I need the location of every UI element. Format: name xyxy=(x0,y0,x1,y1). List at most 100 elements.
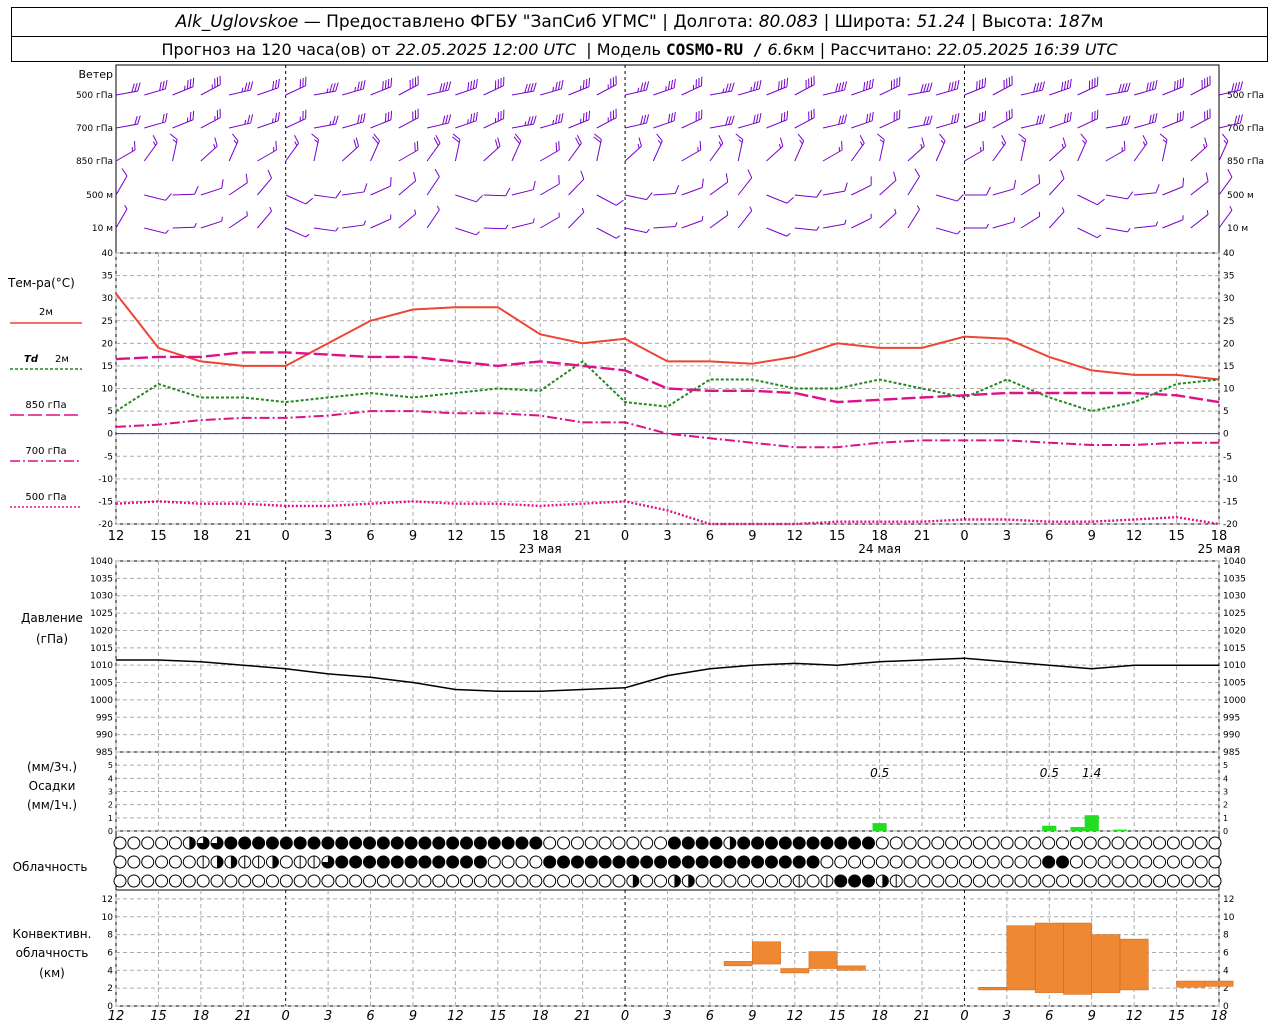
cloud-symbol xyxy=(598,836,612,850)
precip-ytick-right: 1 xyxy=(1223,814,1228,823)
wind-barb xyxy=(907,137,925,162)
x-hour-label-mid: 12 xyxy=(108,529,125,544)
wind-barb xyxy=(1077,76,1099,96)
cloud-symbol xyxy=(432,855,446,869)
cloud-symbol xyxy=(709,874,723,888)
cloud-symbol xyxy=(959,874,973,888)
cloud-symbol xyxy=(903,874,917,888)
cloud-symbol xyxy=(570,874,584,888)
wind-barb xyxy=(1134,113,1158,129)
cloud-symbol xyxy=(293,874,307,888)
x-hour-label-bottom: 9 xyxy=(748,1009,756,1024)
cloud-symbol xyxy=(1111,836,1125,850)
wind-barb xyxy=(539,212,560,229)
wind-barb xyxy=(851,78,874,96)
cloud-symbol xyxy=(654,855,668,869)
wind-barb xyxy=(1020,211,1041,229)
wind-barb xyxy=(426,205,440,229)
wind-barb xyxy=(285,227,310,238)
cloud-symbol xyxy=(875,874,889,888)
x-hour-label-mid: 6 xyxy=(366,529,374,544)
wind-barb xyxy=(879,76,901,96)
wind-barb xyxy=(681,215,704,229)
cloud-symbol xyxy=(252,874,266,888)
wind-barb xyxy=(850,135,865,162)
x-hour-label-bottom: 21 xyxy=(235,1009,252,1024)
cloud-symbol xyxy=(1166,836,1180,850)
wind-barb xyxy=(822,81,848,96)
precip-ytick-left: 0 xyxy=(108,827,113,836)
conv-ytick-right: 6 xyxy=(1223,948,1229,958)
cloud-symbol xyxy=(681,836,695,850)
precip-bar xyxy=(1112,829,1128,831)
wind-level-label-right: 10 м xyxy=(1227,224,1248,234)
wind-barb xyxy=(709,82,735,96)
x-hour-label-bottom: 12 xyxy=(108,1009,125,1024)
wind-barb xyxy=(311,133,320,162)
wind-barb xyxy=(398,172,417,196)
wind-barb xyxy=(936,194,964,202)
wind-barb xyxy=(1105,191,1134,200)
pressure-panel-title: Давление xyxy=(21,611,83,625)
x-hour-label-mid: 15 xyxy=(490,529,507,544)
wind-barb xyxy=(370,110,393,129)
cloud-symbol xyxy=(1056,836,1070,850)
temp-ytick-left: 15 xyxy=(102,362,113,372)
wind-barb xyxy=(342,183,368,196)
wind-barb xyxy=(653,185,680,196)
wind-barb xyxy=(596,227,621,239)
cloud-symbol xyxy=(959,836,973,850)
wind-barb xyxy=(398,75,419,96)
wind-barb xyxy=(200,108,221,129)
cloud-symbol xyxy=(681,874,695,888)
cloud-symbol xyxy=(584,855,598,869)
cloud-symbol xyxy=(210,874,224,888)
precip-bar xyxy=(1084,815,1099,831)
cloud-symbol xyxy=(1166,874,1180,888)
wind-barb xyxy=(596,75,617,96)
pres-ytick-right: 1030 xyxy=(1223,592,1246,602)
wind-barb xyxy=(907,82,933,96)
wind-barb xyxy=(709,210,729,229)
cloud-symbol xyxy=(321,855,335,869)
cloud-symbol xyxy=(265,836,279,850)
wind-barb xyxy=(935,133,946,162)
wind-barb xyxy=(992,135,1007,162)
precip-bar xyxy=(872,823,887,831)
wind-barb xyxy=(851,213,872,229)
wind-barb xyxy=(794,133,805,162)
wind-barb xyxy=(709,115,735,129)
wind-barb xyxy=(455,194,483,203)
cloud-symbol xyxy=(418,836,432,850)
precip-total-label: 1.4 xyxy=(1082,766,1101,780)
wind-barb xyxy=(342,113,366,129)
cloud-symbol xyxy=(155,855,169,869)
cloud-symbol xyxy=(889,836,903,850)
x-day-label: 25 мая xyxy=(1198,542,1241,556)
cloud-symbol xyxy=(446,874,460,888)
precip-ytick-left: 3 xyxy=(108,788,113,797)
temp-ytick-left: 30 xyxy=(102,294,114,304)
cloud-symbol xyxy=(1069,855,1083,869)
wind-barb xyxy=(1162,215,1184,229)
temp-ytick-left: 20 xyxy=(102,339,114,349)
cloud-symbol xyxy=(293,855,307,869)
cloud-symbol xyxy=(1153,836,1167,850)
cloud-symbol xyxy=(792,855,806,869)
conv-bar xyxy=(1119,938,1149,991)
cloud-symbol xyxy=(1194,874,1208,888)
cloud-symbol xyxy=(349,855,363,869)
x-hour-label-mid: 15 xyxy=(829,529,846,544)
cloud-symbol xyxy=(723,855,737,869)
conv-bar xyxy=(1176,980,1206,988)
wind-barb xyxy=(568,110,591,129)
wind-barb xyxy=(370,133,380,162)
cloud-symbol xyxy=(1153,855,1167,869)
cloud-symbol xyxy=(376,855,390,869)
wind-barb xyxy=(144,113,168,129)
x-hour-label-mid: 0 xyxy=(621,529,629,544)
pres-ytick-left: 1025 xyxy=(90,609,113,619)
wind-barb xyxy=(144,193,172,201)
cloud-symbol xyxy=(487,874,501,888)
cloud-symbol xyxy=(1139,855,1153,869)
